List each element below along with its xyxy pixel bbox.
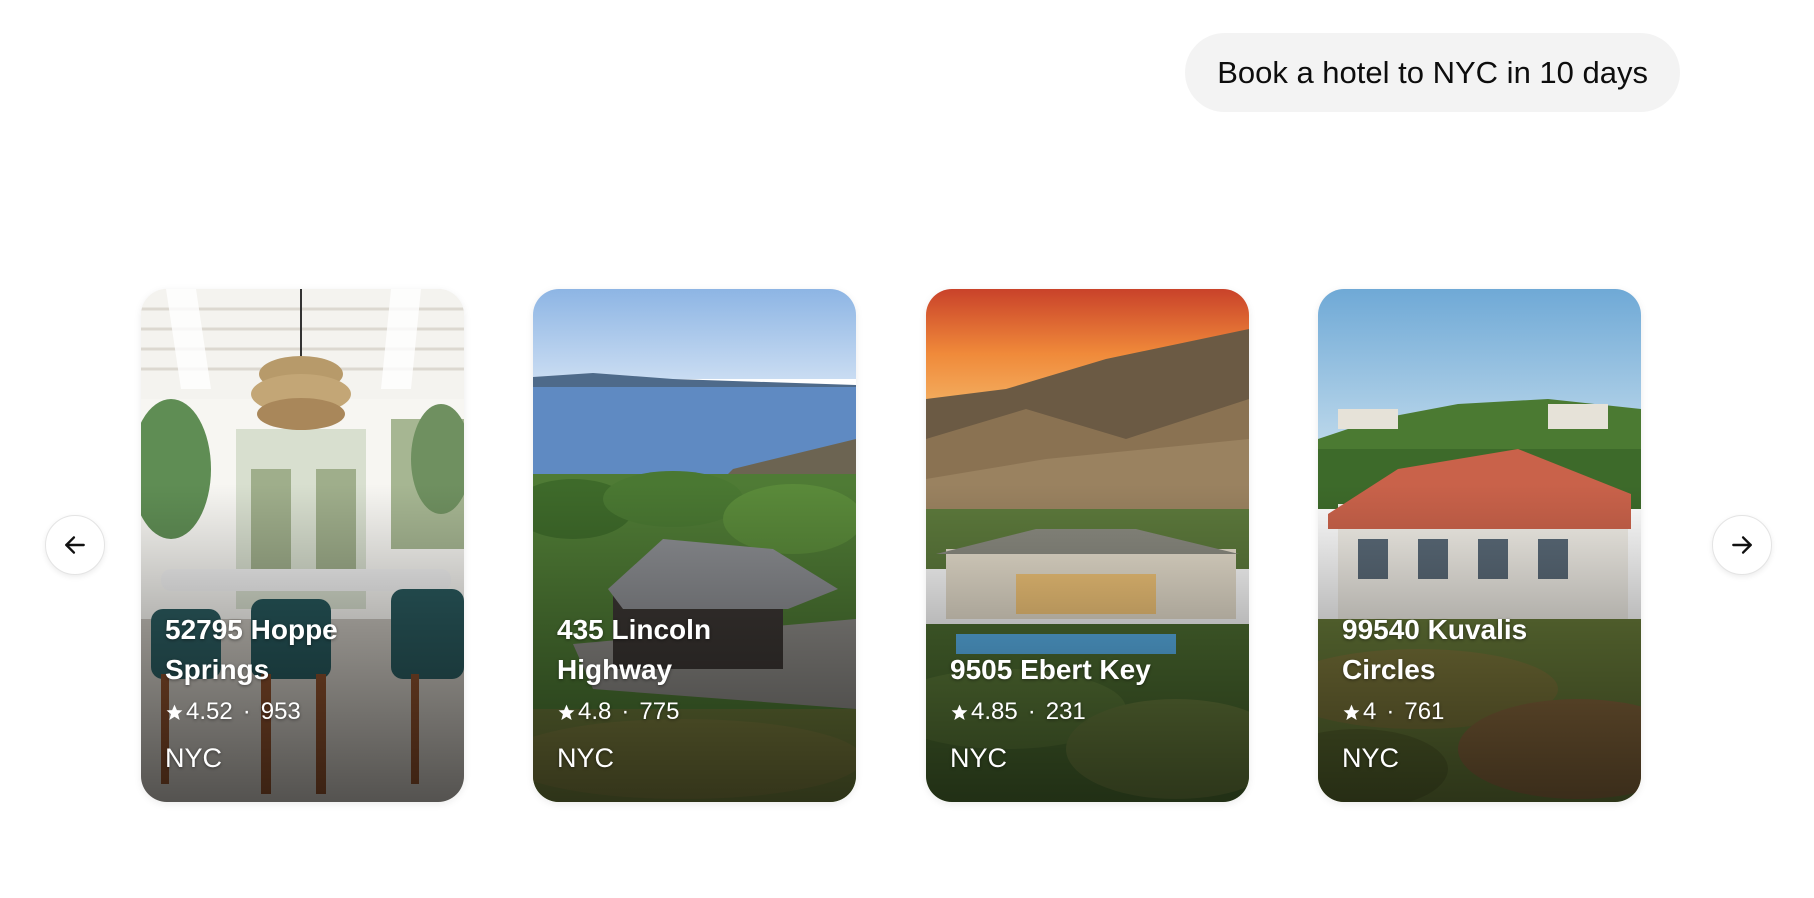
hotel-name: 99540 Kuvalis Circles	[1342, 614, 1528, 685]
hotel-rating: 4.85	[971, 698, 1018, 725]
hotel-city: NYC	[165, 743, 223, 773]
hotel-rating: 4	[1363, 698, 1377, 725]
card-info: 435 Lincoln Highway 4.8 · 775 NYC	[557, 610, 838, 774]
chat-page: Book a hotel to NYC in 10 days 52795 Hop…	[0, 0, 1814, 898]
hotel-card[interactable]: 9505 Ebert Key 4.85 · 231 NYC	[926, 289, 1249, 802]
hotel-city: NYC	[1342, 743, 1400, 773]
carousel-prev-button[interactable]	[45, 515, 105, 575]
separator: ·	[1027, 698, 1036, 725]
review-count: 775	[639, 698, 680, 725]
rating-row: 4 · 761	[1342, 698, 1623, 726]
rating-row: 4.8 · 775	[557, 698, 838, 726]
hotel-card[interactable]: 99540 Kuvalis Circles 4 · 761 NYC	[1318, 289, 1641, 802]
separator: ·	[621, 698, 630, 725]
hotel-card[interactable]: 52795 Hoppe Springs 4.52 · 953 NYC	[141, 289, 464, 802]
user-message-text: Book a hotel to NYC in 10 days	[1217, 54, 1648, 90]
hotel-city: NYC	[950, 743, 1008, 773]
star-icon	[951, 704, 968, 720]
review-count: 953	[260, 698, 301, 725]
hotel-rating: 4.52	[186, 698, 233, 725]
star-icon	[166, 704, 183, 720]
review-count: 761	[1404, 698, 1445, 725]
hotel-name: 9505 Ebert Key	[950, 654, 1151, 685]
star-icon	[558, 704, 575, 720]
carousel-next-button[interactable]	[1712, 515, 1772, 575]
separator: ·	[242, 698, 251, 725]
hotel-name: 435 Lincoln Highway	[557, 614, 712, 685]
user-message-bubble: Book a hotel to NYC in 10 days	[1185, 33, 1680, 112]
rating-row: 4.85 · 231	[950, 698, 1231, 726]
arrow-right-icon	[1732, 536, 1752, 554]
hotel-name: 52795 Hoppe Springs	[165, 614, 338, 685]
review-count: 231	[1045, 698, 1086, 725]
arrow-left-icon	[65, 536, 85, 554]
hotel-card[interactable]: 435 Lincoln Highway 4.8 · 775 NYC	[533, 289, 856, 802]
separator: ·	[1386, 698, 1395, 725]
rating-row: 4.52 · 953	[165, 698, 446, 726]
hotel-city: NYC	[557, 743, 615, 773]
card-info: 99540 Kuvalis Circles 4 · 761 NYC	[1342, 610, 1623, 774]
star-icon	[1343, 704, 1360, 720]
card-info: 52795 Hoppe Springs 4.52 · 953 NYC	[165, 610, 446, 774]
card-info: 9505 Ebert Key 4.85 · 231 NYC	[950, 650, 1231, 774]
hotel-rating: 4.8	[578, 698, 612, 725]
